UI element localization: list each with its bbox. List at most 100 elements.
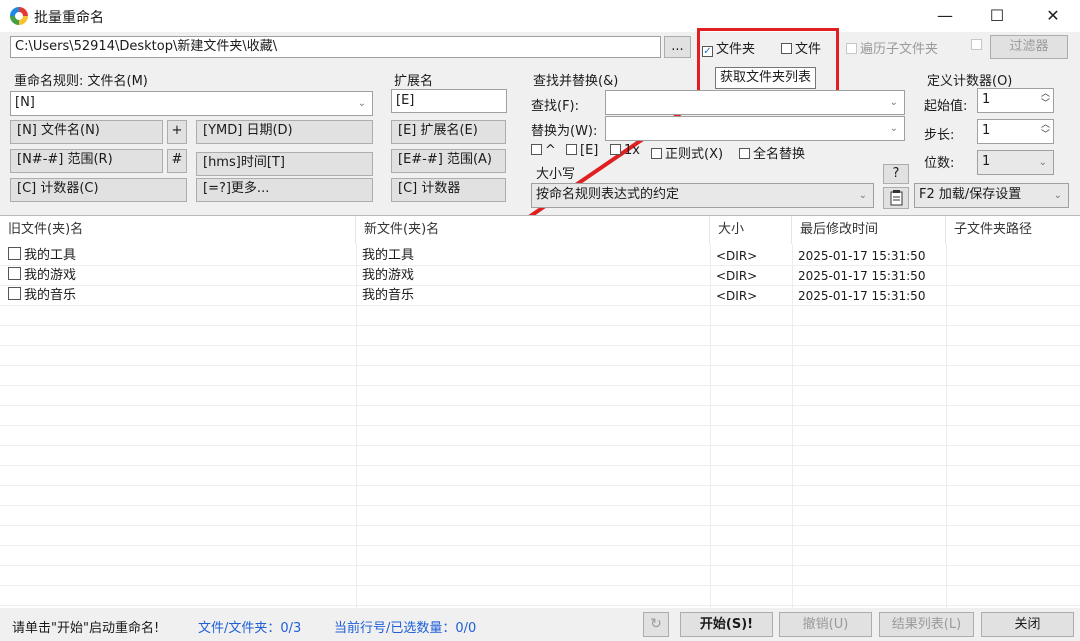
checkbox-icon[interactable]	[8, 267, 21, 280]
plus-button[interactable]: +	[167, 120, 187, 144]
step-label: 步长:	[924, 128, 955, 143]
checkbox-icon	[610, 144, 621, 155]
spinner-arrows-icon: ︿ ﹀	[1040, 120, 1050, 140]
caret-label: ^	[545, 143, 556, 158]
settings-value: F2 加载/保存设置	[919, 187, 1022, 202]
empty-row	[0, 526, 1080, 546]
empty-row	[0, 306, 1080, 326]
empty-row	[0, 446, 1080, 466]
digits-label: 位数:	[924, 156, 955, 171]
chevron-down-icon: ⌄	[889, 123, 898, 134]
row-new-name: 我的音乐	[362, 288, 415, 303]
extension-label: 扩展名	[394, 74, 434, 89]
chevron-down-icon: ⌄	[1053, 190, 1062, 201]
empty-row	[0, 566, 1080, 586]
empty-row	[0, 426, 1080, 446]
column-header-subfolder-path[interactable]: 子文件夹路径	[946, 216, 1080, 244]
more-button[interactable]: [=?]更多...	[196, 178, 373, 202]
date-button[interactable]: [YMD] 日期(D)	[196, 120, 373, 144]
fullname-checkbox[interactable]: 全名替换	[739, 143, 805, 162]
once-checkbox[interactable]: 1x	[610, 143, 640, 158]
empty-row	[0, 466, 1080, 486]
case-select[interactable]: 按命名规则表达式的约定 ⌄	[531, 183, 874, 208]
row-old-name[interactable]: 我的音乐	[2, 286, 76, 306]
hash-button[interactable]: #	[167, 149, 187, 173]
file-list[interactable]: 旧文件(夹)名 新文件(夹)名 大小 最后修改时间 子文件夹路径 我的工具 我的…	[0, 215, 1080, 608]
empty-row	[0, 366, 1080, 386]
start-button[interactable]: 开始(S)!	[680, 612, 773, 637]
empty-row	[0, 586, 1080, 606]
step-value: 1	[982, 123, 991, 138]
help-button[interactable]: ?	[883, 164, 909, 184]
case-value: 按命名规则表达式的约定	[536, 187, 680, 202]
row-old-name[interactable]: 我的游戏	[2, 266, 76, 286]
range-button[interactable]: [N#-#] 范围(R)	[10, 149, 163, 173]
close-button[interactable]: 关闭	[981, 612, 1074, 637]
table-row[interactable]: 我的音乐 我的音乐 <DIR> 2025-01-17 15:31:50	[0, 286, 1080, 306]
rename-rule-label: 重命名规则: 文件名(M)	[14, 74, 148, 89]
caret-checkbox[interactable]: ^	[531, 143, 556, 158]
replace-label: 替换为(W):	[531, 124, 598, 139]
step-value-spinner[interactable]: 1 ︿ ﹀	[977, 119, 1054, 144]
empty-row	[0, 386, 1080, 406]
selection-count: 当前行号/已选数量：0/0	[334, 621, 477, 636]
rename-rule-value: [N]	[15, 95, 35, 110]
checkbox-icon[interactable]	[8, 287, 21, 300]
extension-button[interactable]: [E] 扩展名(E)	[391, 120, 506, 144]
column-header-new-name[interactable]: 新文件(夹)名	[356, 216, 710, 244]
column-header-size[interactable]: 大小	[710, 216, 792, 244]
empty-row	[0, 326, 1080, 346]
regex-label: 正则式(X)	[665, 147, 724, 162]
chevron-down-icon: ⌄	[357, 98, 366, 109]
column-header-old-name[interactable]: 旧文件(夹)名	[0, 216, 356, 244]
checkbox-icon	[739, 148, 750, 159]
extension-range-button[interactable]: [E#-#] 范围(A)	[391, 149, 506, 173]
empty-row	[0, 406, 1080, 426]
extension-input[interactable]: [E]	[391, 89, 507, 113]
extension-counter-button[interactable]: [C] 计数器	[391, 178, 506, 202]
clipboard-icon	[890, 190, 903, 206]
column-header-modified[interactable]: 最后修改时间	[792, 216, 946, 244]
chevron-down-icon: ⌄	[1038, 157, 1047, 168]
find-input[interactable]: ⌄	[605, 90, 905, 115]
rename-rule-select[interactable]: [N] ⌄	[10, 91, 373, 116]
refresh-button[interactable]: ↻	[643, 612, 669, 637]
counter-button[interactable]: [C] 计数器(C)	[10, 178, 187, 202]
status-hint: 请单击"开始"启动重命名!	[12, 621, 160, 636]
filename-button[interactable]: [N] 文件名(N)	[10, 120, 163, 144]
old-name-text: 我的工具	[24, 248, 77, 263]
row-size: <DIR>	[716, 269, 758, 283]
digits-select[interactable]: 1 ⌄	[977, 150, 1054, 175]
results-list-button[interactable]: 结果列表(L)	[879, 612, 974, 637]
load-save-settings-select[interactable]: F2 加载/保存设置 ⌄	[914, 183, 1069, 208]
row-modified: 2025-01-17 15:31:50	[798, 249, 926, 263]
find-label: 查找(F):	[531, 99, 580, 114]
time-button[interactable]: [hms]时间[T]	[196, 152, 373, 176]
digits-value: 1	[982, 154, 991, 169]
spinner-arrows-icon: ︿ ﹀	[1040, 89, 1050, 109]
row-old-name[interactable]: 我的工具	[2, 246, 76, 266]
file-folder-count: 文件/文件夹：0/3	[198, 621, 302, 636]
fullname-label: 全名替换	[753, 147, 806, 162]
case-label: 大小写	[536, 167, 576, 182]
table-row[interactable]: 我的游戏 我的游戏 <DIR> 2025-01-17 15:31:50	[0, 266, 1080, 286]
ext-checkbox[interactable]: [E]	[566, 143, 598, 158]
table-row[interactable]: 我的工具 我的工具 <DIR> 2025-01-17 15:31:50	[0, 246, 1080, 266]
row-size: <DIR>	[716, 289, 758, 303]
replace-input[interactable]: ⌄	[605, 116, 905, 141]
regex-checkbox[interactable]: 正则式(X)	[651, 143, 723, 162]
checkbox-icon[interactable]	[8, 247, 21, 260]
row-size: <DIR>	[716, 249, 758, 263]
counter-label: 定义计数器(O)	[927, 74, 1013, 89]
start-value-spinner[interactable]: 1 ︿ ﹀	[977, 88, 1054, 113]
empty-row	[0, 546, 1080, 566]
empty-row	[0, 346, 1080, 366]
refresh-icon: ↻	[650, 616, 662, 632]
paste-button[interactable]	[883, 187, 909, 209]
empty-row	[0, 506, 1080, 526]
undo-button[interactable]: 撤销(U)	[779, 612, 872, 637]
old-name-text: 我的音乐	[24, 288, 77, 303]
chevron-down-icon: ⌄	[858, 190, 867, 201]
start-label: 起始值:	[924, 99, 968, 114]
status-bar: 请单击"开始"启动重命名! 文件/文件夹：0/3 当前行号/已选数量：0/0 ↻…	[0, 609, 1080, 641]
